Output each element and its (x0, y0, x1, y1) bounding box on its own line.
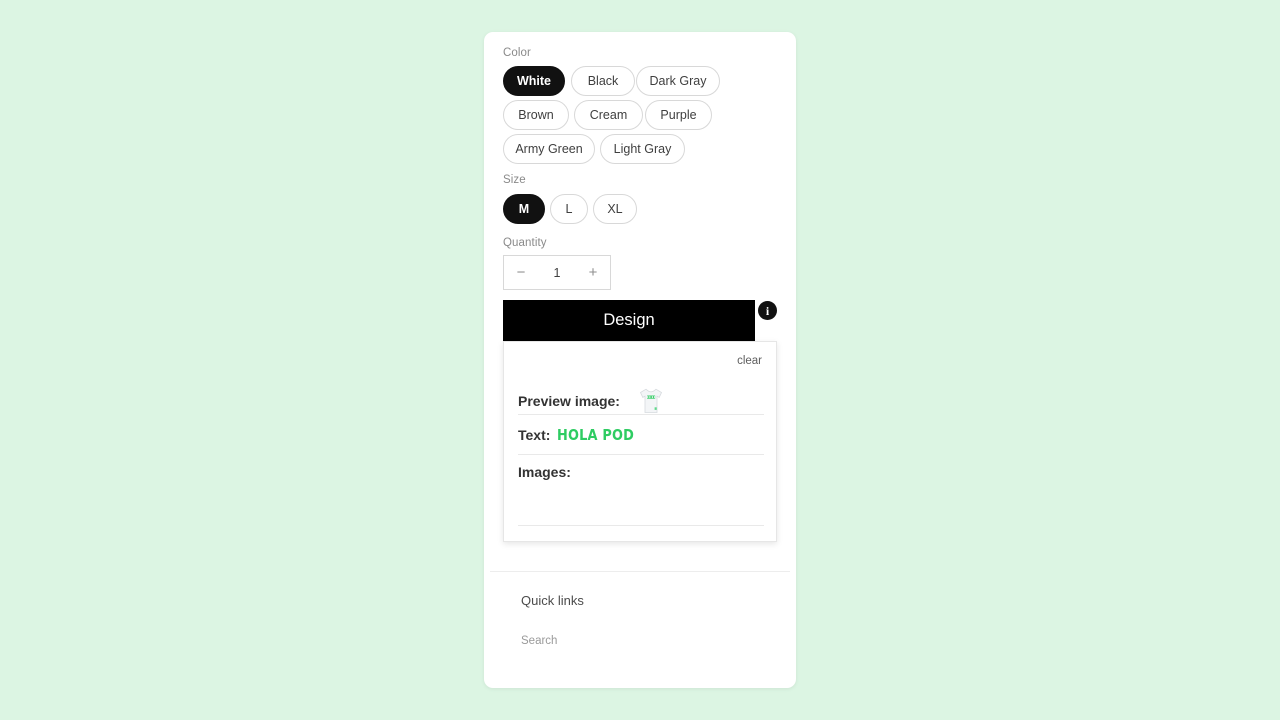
design-button-label: Design (603, 311, 655, 329)
size-option-xl-label: XL (607, 202, 623, 216)
color-option-black-label: Black (587, 74, 619, 88)
page-root: Color White Black Dark Gray Brown Cream … (0, 0, 1280, 720)
footer-title: Quick links (521, 593, 584, 608)
footer-divider (490, 571, 790, 572)
tshirt-preview-icon[interactable] (634, 384, 668, 418)
design-details-panel: clear Preview image: Text: HOLA POD Imag… (503, 341, 777, 542)
panel-divider-2 (518, 454, 764, 455)
preview-image-row: Preview image: (518, 384, 764, 418)
footer-link-search[interactable]: Search (521, 635, 557, 647)
panel-divider-1 (518, 414, 764, 415)
size-option-m-label: M (518, 202, 530, 216)
design-button[interactable]: Design (503, 300, 755, 341)
quantity-increment-button[interactable]: + (576, 256, 610, 289)
info-icon[interactable]: i (758, 301, 777, 320)
size-option-m[interactable]: M (503, 194, 545, 224)
design-text-label: Text: (518, 427, 551, 443)
size-option-l-label: L (565, 202, 573, 216)
color-option-cream[interactable]: Cream (574, 100, 643, 130)
design-images-label: Images: (518, 464, 571, 480)
color-section-label: Color (503, 47, 531, 59)
design-text-value: HOLA POD (557, 426, 635, 444)
info-icon-glyph: i (765, 303, 770, 318)
color-option-purple[interactable]: Purple (645, 100, 712, 130)
size-section-label: Size (503, 174, 526, 186)
color-option-army-green-label: Army Green (515, 142, 583, 156)
quantity-stepper: − 1 + (503, 255, 611, 290)
color-option-brown-label: Brown (518, 108, 554, 122)
color-option-cream-label: Cream (589, 108, 628, 122)
color-option-brown[interactable]: Brown (503, 100, 569, 130)
color-option-white-label: White (516, 74, 552, 88)
clear-design-button[interactable]: clear (737, 355, 762, 367)
preview-image-label: Preview image: (518, 393, 620, 409)
color-option-purple-label: Purple (660, 108, 697, 122)
color-option-black[interactable]: Black (571, 66, 635, 96)
size-option-xl[interactable]: XL (593, 194, 637, 224)
panel-divider-3 (518, 525, 764, 526)
color-option-white[interactable]: White (503, 66, 565, 96)
color-option-dark-gray-label: Dark Gray (649, 74, 707, 88)
color-option-light-gray-label: Light Gray (613, 142, 672, 156)
size-option-l[interactable]: L (550, 194, 588, 224)
quantity-value[interactable]: 1 (538, 266, 576, 280)
quantity-decrement-button[interactable]: − (504, 256, 538, 289)
color-option-dark-gray[interactable]: Dark Gray (636, 66, 720, 96)
color-option-light-gray[interactable]: Light Gray (600, 134, 685, 164)
quantity-section-label: Quantity (503, 237, 547, 249)
color-option-army-green[interactable]: Army Green (503, 134, 595, 164)
design-images-row: Images: (518, 464, 764, 480)
design-text-row: Text: HOLA POD (518, 426, 764, 444)
